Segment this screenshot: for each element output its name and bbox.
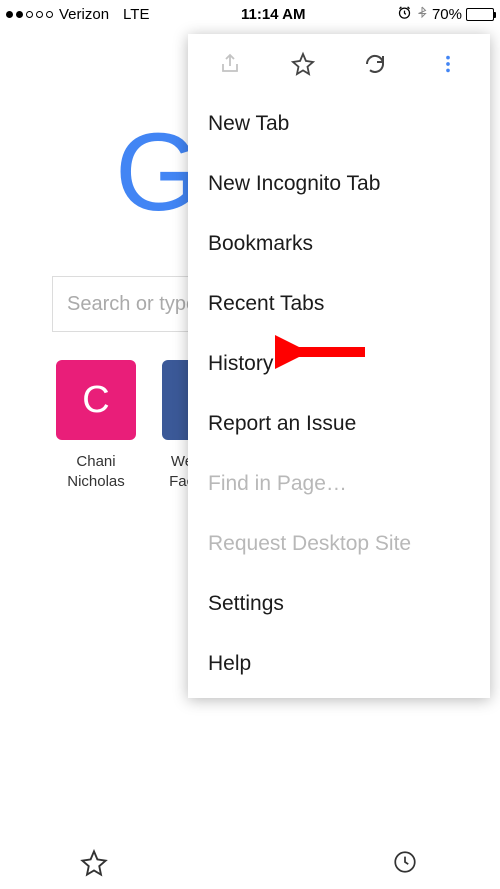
status-left: Verizon LTE (6, 6, 149, 23)
bottom-toolbar (0, 837, 500, 889)
status-bar: Verizon LTE 11:14 AM 70% (0, 0, 500, 28)
overflow-menu: New Tab New Incognito Tab Bookmarks Rece… (188, 34, 490, 698)
star-icon[interactable] (291, 52, 315, 76)
alarm-icon (397, 5, 412, 24)
status-time: 11:14 AM (241, 6, 305, 23)
battery-percent: 70% (432, 6, 462, 23)
menu-icon-row (188, 34, 490, 94)
star-outline-icon[interactable] (80, 849, 108, 877)
menu-item-settings[interactable]: Settings (188, 574, 490, 634)
tile-icon: C (56, 360, 136, 440)
clock-icon[interactable] (392, 849, 420, 877)
carrier-label: Verizon (59, 6, 109, 23)
menu-item-find-in-page: Find in Page… (188, 454, 490, 514)
menu-item-bookmarks[interactable]: Bookmarks (188, 214, 490, 274)
network-label: LTE (123, 6, 149, 23)
menu-item-history[interactable]: History (188, 334, 490, 394)
menu-item-report-issue[interactable]: Report an Issue (188, 394, 490, 454)
menu-item-new-incognito-tab[interactable]: New Incognito Tab (188, 154, 490, 214)
tile-chani-nicholas[interactable]: C Chani Nicholas (56, 360, 136, 493)
tile-label: Chani Nicholas (56, 452, 136, 493)
signal-strength-icon (6, 11, 53, 18)
battery-icon (466, 8, 494, 21)
status-right: 70% (397, 4, 494, 24)
menu-item-recent-tabs[interactable]: Recent Tabs (188, 274, 490, 334)
menu-item-request-desktop: Request Desktop Site (188, 514, 490, 574)
share-icon[interactable] (218, 52, 242, 76)
menu-item-help[interactable]: Help (188, 634, 490, 694)
reload-icon[interactable] (363, 52, 387, 76)
menu-item-new-tab[interactable]: New Tab (188, 94, 490, 154)
more-vertical-icon[interactable] (436, 52, 460, 76)
bluetooth-icon (416, 4, 428, 24)
